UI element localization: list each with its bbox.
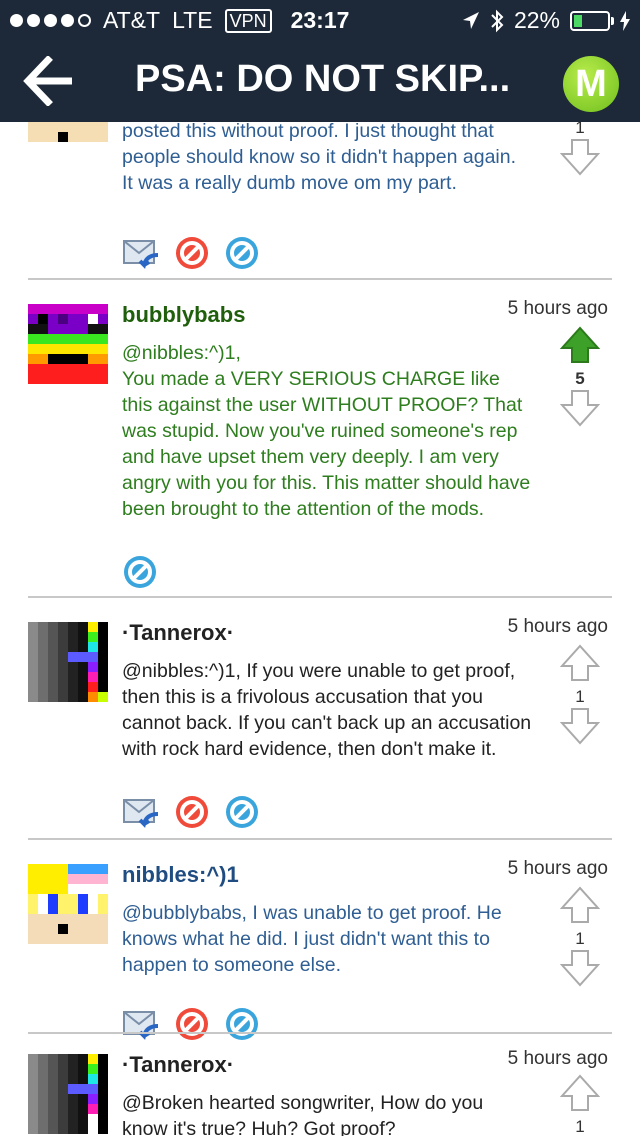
location-icon bbox=[462, 11, 479, 29]
comment-time: 5 hours ago bbox=[507, 616, 608, 637]
downvote-icon[interactable] bbox=[559, 138, 601, 176]
status-bar: AT&T LTE VPN 23:17 22% bbox=[0, 0, 640, 40]
divider bbox=[28, 1032, 612, 1034]
upvote-icon[interactable] bbox=[559, 644, 601, 682]
divider bbox=[28, 838, 612, 840]
block-icon[interactable] bbox=[224, 235, 260, 271]
vote-widget: 1 bbox=[559, 644, 601, 750]
nav-bar: PSA: DO NOT SKIP... M bbox=[0, 40, 640, 122]
battery-percent: 22% bbox=[513, 7, 560, 33]
vote-count: 1 bbox=[575, 687, 585, 706]
page-title: PSA: DO NOT SKIP... bbox=[135, 58, 511, 100]
vote-widget: 1 bbox=[559, 886, 601, 992]
comment-time: 5 hours ago bbox=[507, 1048, 608, 1069]
charging-icon bbox=[620, 10, 630, 31]
downvote-icon[interactable] bbox=[559, 389, 601, 427]
back-arrow-icon[interactable] bbox=[22, 56, 78, 106]
downvote-icon[interactable] bbox=[559, 949, 601, 987]
vote-count: 1 bbox=[575, 1117, 585, 1136]
comment-author[interactable]: ·Tannerox· bbox=[122, 1052, 234, 1078]
divider bbox=[28, 278, 612, 280]
vote-count: 1 bbox=[575, 929, 585, 948]
comment-feed[interactable]: posted this without proof. I just though… bbox=[0, 122, 640, 1136]
comment-author[interactable]: bubblybabs bbox=[122, 302, 245, 328]
reply-icon[interactable] bbox=[122, 794, 160, 830]
upvote-icon[interactable] bbox=[559, 326, 601, 364]
flag-icon[interactable] bbox=[174, 794, 210, 830]
vote-count: 5 bbox=[575, 369, 585, 388]
comment-author[interactable]: ·Tannerox· bbox=[122, 620, 234, 646]
vote-widget: 1 bbox=[559, 122, 601, 181]
status-right: 22% bbox=[462, 7, 630, 34]
vote-widget: 1 bbox=[559, 1074, 601, 1136]
comment-actions bbox=[122, 794, 260, 830]
vote-widget: 5 bbox=[559, 326, 601, 432]
bluetooth-icon bbox=[491, 9, 504, 32]
block-icon[interactable] bbox=[122, 554, 158, 590]
block-icon[interactable] bbox=[224, 794, 260, 830]
flag-icon[interactable] bbox=[174, 1006, 210, 1042]
avatar[interactable] bbox=[28, 1054, 108, 1134]
downvote-icon[interactable] bbox=[559, 707, 601, 745]
comment-actions bbox=[122, 235, 260, 271]
reply-icon[interactable] bbox=[122, 1006, 160, 1042]
logo-letter: M bbox=[575, 62, 607, 105]
comment-body: @nibbles:^)1, You made a VERY SERIOUS CH… bbox=[122, 342, 531, 520]
comment-actions bbox=[122, 1006, 260, 1042]
upvote-icon[interactable] bbox=[559, 886, 601, 924]
flag-icon[interactable] bbox=[174, 235, 210, 271]
vote-count: 1 bbox=[575, 122, 585, 137]
avatar[interactable] bbox=[28, 864, 108, 944]
comment-body: @Broken hearted songwriter, How do you k… bbox=[122, 1092, 484, 1136]
comment-body: @nibbles:^)1, If you were unable to get … bbox=[122, 660, 532, 760]
comment-time: 5 hours ago bbox=[507, 858, 608, 879]
comment-body: @bubblybabs, I was unable to get proof. … bbox=[122, 902, 502, 976]
comment-actions bbox=[122, 554, 158, 590]
divider bbox=[28, 596, 612, 598]
avatar[interactable] bbox=[28, 622, 108, 702]
avatar bbox=[28, 122, 108, 142]
app-logo-icon[interactable]: M bbox=[563, 56, 619, 112]
battery-icon bbox=[570, 10, 614, 31]
comment-author[interactable]: nibbles:^)1 bbox=[122, 862, 239, 888]
avatar[interactable] bbox=[28, 304, 108, 384]
reply-icon[interactable] bbox=[122, 235, 160, 271]
comment-body: posted this without proof. I just though… bbox=[122, 122, 517, 194]
block-icon[interactable] bbox=[224, 1006, 260, 1042]
comment-time: 5 hours ago bbox=[507, 298, 608, 319]
upvote-icon[interactable] bbox=[559, 1074, 601, 1112]
